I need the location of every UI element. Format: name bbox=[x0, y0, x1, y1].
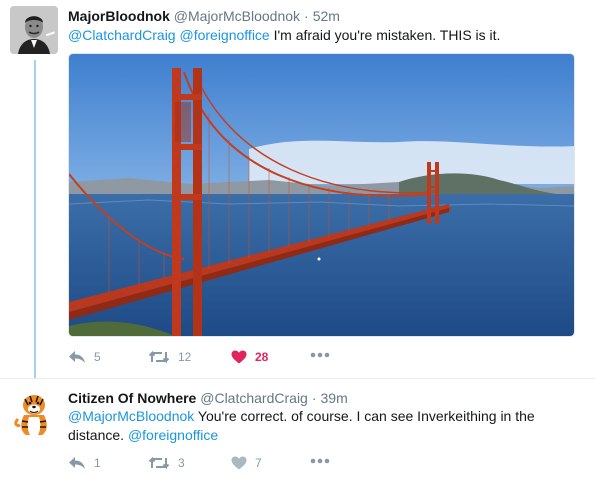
like-button[interactable]: 7 bbox=[231, 456, 262, 470]
separator-dot: · bbox=[311, 390, 317, 406]
tweet: Citizen Of Nowhere @ClatchardCraig · 39m @… bbox=[0, 378, 595, 478]
tweet-body: I'm afraid you're mistaken. THIS is it. bbox=[273, 27, 501, 43]
like-count: 7 bbox=[255, 456, 262, 470]
reply-count: 1 bbox=[94, 456, 101, 470]
reply-icon bbox=[69, 351, 85, 363]
reply-button[interactable]: 5 bbox=[68, 350, 101, 364]
user-handle[interactable]: @ClatchardCraig bbox=[200, 390, 308, 406]
avatar[interactable] bbox=[10, 6, 58, 54]
separator-dot: · bbox=[304, 8, 309, 24]
mention-link[interactable]: @MajorMcBloodnok bbox=[68, 408, 194, 424]
retweet-icon bbox=[148, 456, 170, 470]
like-count: 28 bbox=[255, 350, 269, 364]
tweet-photo[interactable] bbox=[68, 53, 575, 337]
retweet-button[interactable]: 12 bbox=[148, 350, 191, 364]
display-name[interactable]: Citizen Of Nowhere bbox=[68, 390, 196, 406]
tweet-header: MajorBloodnok @MajorMcBloodnok · 52m bbox=[68, 8, 340, 24]
more-icon bbox=[310, 458, 330, 464]
display-name[interactable]: MajorBloodnok bbox=[68, 8, 170, 24]
retweet-count: 12 bbox=[178, 350, 192, 364]
more-icon bbox=[310, 352, 330, 358]
avatar[interactable] bbox=[10, 389, 58, 437]
retweet-count: 3 bbox=[178, 456, 185, 470]
retweet-button[interactable]: 3 bbox=[148, 456, 185, 470]
mention-link[interactable]: @ClatchardCraig bbox=[68, 27, 176, 43]
mention-link[interactable]: @foreignoffice bbox=[128, 427, 218, 443]
reply-button[interactable]: 1 bbox=[68, 456, 101, 470]
tweet-text: @MajorMcBloodnok You're correct. of cour… bbox=[68, 407, 568, 445]
tweet-header: Citizen Of Nowhere @ClatchardCraig · 39m bbox=[68, 390, 348, 406]
heart-icon bbox=[231, 350, 247, 364]
more-button[interactable] bbox=[310, 352, 330, 358]
reply-count: 5 bbox=[94, 350, 101, 364]
like-button[interactable]: 28 bbox=[231, 350, 268, 364]
bridge-photo-illustration bbox=[69, 54, 574, 336]
more-button[interactable] bbox=[310, 458, 330, 464]
timestamp[interactable]: 52m bbox=[313, 8, 340, 24]
mention-link[interactable]: @foreignoffice bbox=[179, 27, 269, 43]
tweet-text: @ClatchardCraig @foreignoffice I'm afrai… bbox=[68, 26, 568, 45]
reply-icon bbox=[69, 457, 85, 469]
user-handle[interactable]: @MajorMcBloodnok bbox=[174, 8, 300, 24]
timestamp[interactable]: 39m bbox=[321, 390, 348, 406]
heart-icon bbox=[231, 456, 247, 470]
retweet-icon bbox=[148, 350, 170, 364]
tweet: MajorBloodnok @MajorMcBloodnok · 52m @Clat… bbox=[0, 0, 595, 378]
